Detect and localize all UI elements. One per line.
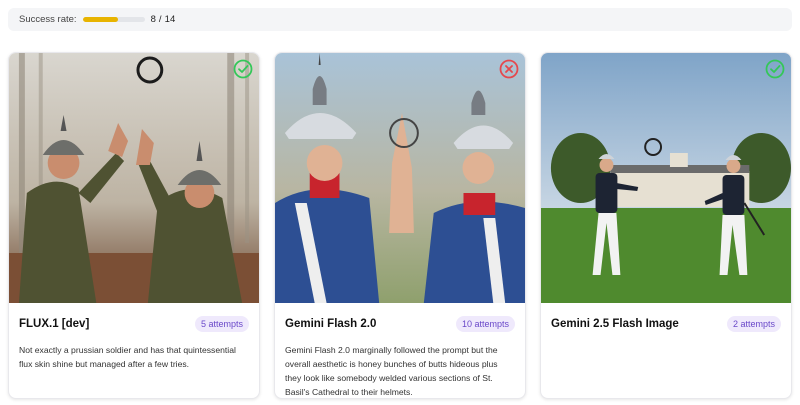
- result-comment: Not exactly a prussian soldier and has t…: [19, 345, 236, 369]
- success-rate-bar: Success rate: 8 / 14: [8, 8, 792, 31]
- attempts-badge: 10 attempts: [455, 316, 515, 332]
- success-progress-bar: [82, 17, 145, 22]
- check-circle-icon: [765, 59, 785, 79]
- soldiers-blue-uniform-image: [275, 53, 525, 303]
- soldiers-lawn-image: [541, 53, 791, 303]
- result-card-gemini-flash-2[interactable]: Gemini Flash 2.0 10 attempts Gemini Flas…: [274, 52, 526, 399]
- result-comment: Gemini Flash 2.0 marginally followed the…: [285, 345, 498, 397]
- generated-image[interactable]: [9, 53, 259, 303]
- success-progress-fill: [82, 17, 118, 22]
- model-name: FLUX.1 [dev]: [19, 318, 90, 330]
- model-name: Gemini Flash 2.0: [285, 318, 377, 330]
- attempts-badge: 5 attempts: [194, 316, 249, 332]
- generated-image[interactable]: [275, 53, 525, 303]
- result-card-gemini-2-5-flash-image[interactable]: Gemini 2.5 Flash Image 2 attempts: [540, 52, 792, 399]
- soldiers-forest-image: [9, 53, 259, 303]
- success-count: 8 / 14: [150, 14, 176, 25]
- x-circle-icon: [499, 59, 519, 79]
- model-name: Gemini 2.5 Flash Image: [551, 318, 679, 330]
- generated-image[interactable]: [541, 53, 791, 303]
- check-circle-icon: [233, 59, 253, 79]
- attempts-badge: 2 attempts: [726, 316, 781, 332]
- result-card-flux[interactable]: FLUX.1 [dev] 5 attempts Not exactly a pr…: [8, 52, 260, 399]
- success-rate-label: Success rate:: [19, 14, 77, 25]
